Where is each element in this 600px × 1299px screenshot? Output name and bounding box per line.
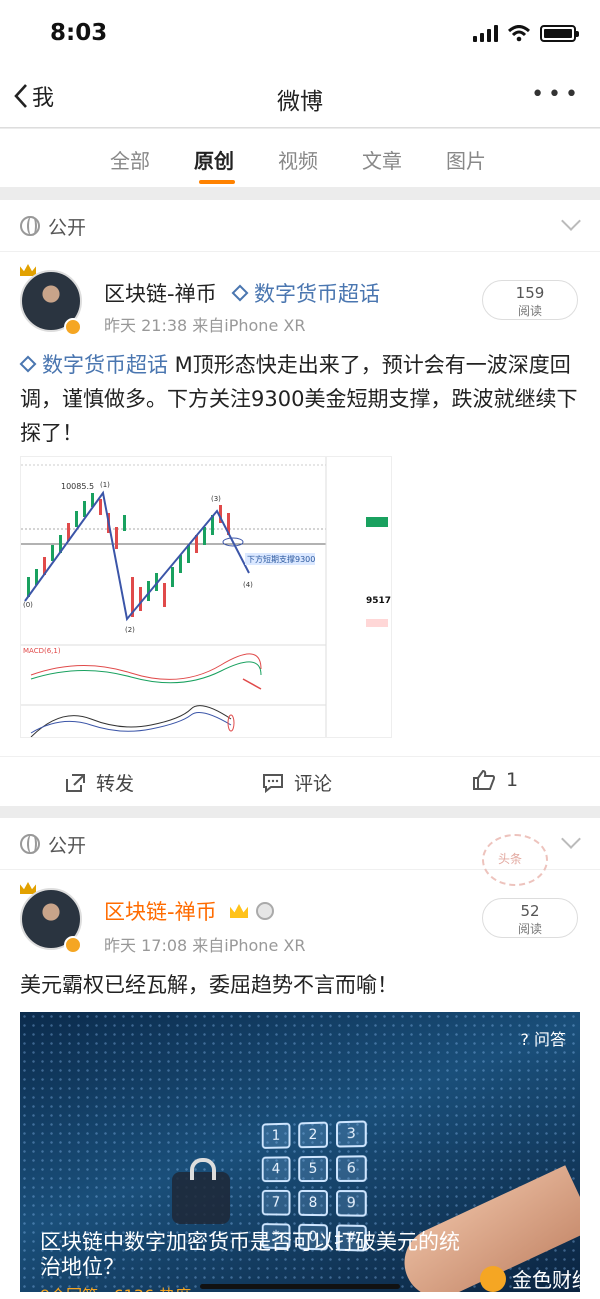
page-title: 微博 — [0, 82, 600, 116]
comment-icon — [262, 773, 284, 793]
chart-image[interactable]: 下方短期支撑9300 10085.5 (1) (2) (3) (4) (0) 9… — [20, 456, 392, 738]
post-card: 公开 头条 区块链-禅币 昨天 17:08 来自iPhone XR 52 阅读 … — [0, 818, 600, 1299]
signal-icon — [473, 24, 498, 42]
watermark: 金色财经 — [480, 1264, 592, 1293]
verified-icon — [64, 318, 82, 336]
chart-graphic: 下方短期支撑9300 10085.5 (1) (2) (3) (4) (0) 9… — [21, 457, 392, 738]
jinse-logo-icon — [480, 1266, 506, 1292]
tab-image[interactable]: 图片 — [446, 145, 486, 174]
read-count: 52 — [483, 902, 577, 920]
post-meta: 昨天 17:08 来自iPhone XR — [104, 932, 305, 956]
wifi-icon — [508, 25, 530, 42]
tab-original[interactable]: 原创 — [194, 145, 234, 174]
repost-icon — [64, 773, 86, 793]
thumbs-up-icon — [472, 769, 496, 791]
like-button[interactable]: 1 — [472, 769, 518, 791]
username[interactable]: 区块链-禅币 — [104, 896, 217, 926]
peak-label: 10085.5 — [61, 482, 94, 491]
tab-article[interactable]: 文章 — [362, 145, 402, 174]
post-actions: 转发 评论 1 — [0, 756, 600, 806]
svg-text:(1): (1) — [100, 481, 110, 489]
tab-bar: 全部 原创 视频 文章 图片 — [0, 129, 600, 187]
verified-icon — [64, 936, 82, 954]
more-icon[interactable]: ••• — [531, 82, 582, 107]
svg-text:(0): (0) — [23, 601, 33, 609]
post-text: 数字货币超话 M顶形态快走出来了，预计会有一波深度回调，谨慎做多。下方关注930… — [20, 348, 582, 450]
read-label: 阅读 — [483, 920, 577, 937]
price-label: 9517.0 — [366, 596, 392, 606]
visibility-row[interactable]: 公开 — [0, 200, 600, 252]
super-topic-link[interactable]: 数字货币超话 — [232, 278, 380, 308]
chevron-down-icon[interactable] — [561, 211, 581, 231]
post-text: 美元霸权已经瓦解，委屈趋势不言而喻！ — [20, 968, 582, 1002]
read-count: 159 — [483, 284, 577, 302]
repost-button[interactable]: 转发 — [64, 769, 134, 796]
username[interactable]: 区块链-禅币 — [104, 278, 217, 308]
topic-link[interactable]: 数字货币超话 — [20, 353, 168, 377]
read-label: 阅读 — [483, 302, 577, 319]
comment-button[interactable]: 评论 — [262, 769, 332, 796]
diamond-icon — [20, 356, 37, 373]
qa-card[interactable]: 1 2 3 4 5 6 7 8 9 * 0 # ? 问答 区块链中数字加密货币是… — [20, 1012, 580, 1292]
support-note: 下方短期支撑9300 — [247, 554, 315, 564]
read-count-pill: 159 阅读 — [482, 280, 578, 320]
tab-all[interactable]: 全部 — [110, 145, 150, 174]
status-icons — [473, 24, 576, 42]
tab-video[interactable]: 视频 — [278, 145, 318, 174]
qa-badge: ? 问答 — [520, 1026, 566, 1050]
battery-icon — [540, 25, 576, 42]
qa-stats: 9个回答 · 6136 热度 — [40, 1282, 191, 1292]
qa-title: 区块链中数字加密货币是否可以打破美元的统治地位？ — [40, 1230, 480, 1280]
home-indicator[interactable] — [200, 1284, 400, 1289]
visibility-label: 公开 — [48, 213, 86, 240]
status-time: 8:03 — [50, 20, 107, 46]
globe-icon — [20, 216, 40, 236]
vip-crown-icon[interactable] — [230, 904, 248, 918]
post-meta: 昨天 21:38 来自iPhone XR — [104, 312, 305, 336]
active-tab-indicator — [199, 180, 235, 184]
visibility-label: 公开 — [48, 831, 86, 858]
lock-icon — [172, 1172, 230, 1224]
globe-icon — [20, 834, 40, 854]
post-card: 公开 区块链-禅币 数字货币超话 昨天 21:38 来自iPhone XR 15… — [0, 200, 600, 806]
macd-label: MACD(6,1) — [23, 647, 61, 655]
status-bar: 8:03 — [0, 0, 600, 70]
svg-text:(2): (2) — [125, 626, 135, 634]
super-topic-label: 数字货币超话 — [254, 282, 380, 306]
diamond-icon — [232, 285, 249, 302]
nav-bar: 我 微博 ••• — [0, 70, 600, 128]
chevron-down-icon[interactable] — [561, 829, 581, 849]
medal-icon[interactable] — [256, 902, 274, 920]
svg-text:(4): (4) — [243, 581, 253, 589]
headline-stamp: 头条 — [482, 834, 548, 886]
read-count-pill: 52 阅读 — [482, 898, 578, 938]
svg-text:(3): (3) — [211, 495, 221, 503]
